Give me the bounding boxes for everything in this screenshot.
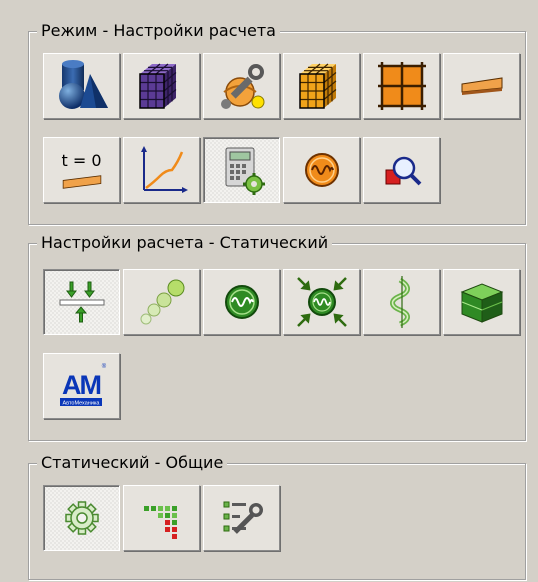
list-wrench-icon (214, 490, 270, 546)
apm-logo-caption: АвтоМеханика (62, 401, 100, 407)
stability-button[interactable] (363, 269, 440, 335)
general-settings-button[interactable] (43, 485, 120, 551)
inspect-button[interactable] (363, 137, 440, 203)
forced-vibration-button[interactable] (283, 269, 360, 335)
solid-model-button[interactable] (443, 269, 520, 335)
gear-icon (54, 490, 110, 546)
orange-mesh-cube-icon (294, 58, 350, 114)
beads-icon (134, 274, 190, 330)
line-graph-icon (134, 142, 190, 198)
initial-conditions-button[interactable]: t = 0 (43, 137, 120, 203)
calculation-settings-button[interactable] (203, 137, 280, 203)
orange-grid-icon (374, 58, 430, 114)
apm-logo-registered-mark: ® (101, 363, 106, 370)
calculator-gear-icon (214, 142, 270, 198)
dynamic-analysis-button[interactable] (283, 137, 360, 203)
apm-logo-letters: АМ (62, 370, 100, 400)
mesh-generate-button[interactable] (283, 53, 360, 119)
static-load-button[interactable] (43, 269, 120, 335)
buckling-button[interactable] (123, 269, 200, 335)
tools-button[interactable] (203, 53, 280, 119)
green-waveform-arrows-icon (294, 274, 350, 330)
shapes-icon (54, 58, 110, 114)
mode-settings-group-title: Режим - Настройки расчета (37, 21, 280, 41)
geometry-button[interactable] (43, 53, 120, 119)
static-calc-group-title: Настройки расчета - Статический (37, 233, 333, 253)
apm-button[interactable]: АМ АвтоМеханика ® (43, 353, 120, 419)
list-settings-button[interactable] (203, 485, 280, 551)
t0-icon: t = 0 (60, 151, 104, 190)
green-waveform-icon (214, 274, 270, 330)
apm-logo-icon: АМ АвтоМеханика ® (54, 358, 110, 414)
green-box-icon (454, 274, 510, 330)
purple-mesh-cube-icon (134, 58, 190, 114)
wrench-settings-icon (214, 58, 270, 114)
colored-matrix-icon (134, 490, 190, 546)
natural-frequency-button[interactable] (203, 269, 280, 335)
t0-label: t = 0 (61, 150, 102, 170)
plate-grid-button[interactable] (363, 53, 440, 119)
waveform-circle-icon (294, 142, 350, 198)
magnifier-icon (374, 142, 430, 198)
mesh-button[interactable] (123, 53, 200, 119)
static-general-group-title: Статический - Общие (37, 453, 228, 473)
matrix-button[interactable] (123, 485, 200, 551)
graph-button[interactable] (123, 137, 200, 203)
static-load-icon (54, 274, 110, 330)
shell-button[interactable] (443, 53, 520, 119)
plate-icon (454, 58, 510, 114)
twisted-strip-icon (374, 274, 430, 330)
